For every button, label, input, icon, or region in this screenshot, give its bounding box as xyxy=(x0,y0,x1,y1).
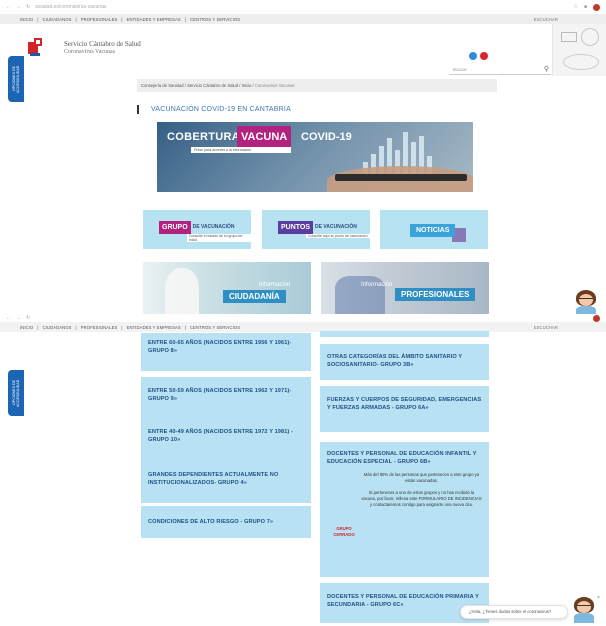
group-closed-label: GRUPO CERRADO xyxy=(333,526,355,537)
photo-small-label: Información xyxy=(259,282,291,288)
top-navigation: INICIO | CIUDADANOS | PROFESIONALES | ENTID… xyxy=(0,322,606,332)
twitter-icon[interactable] xyxy=(469,52,477,60)
breadcrumb-current: Coronavirus Vacunas xyxy=(254,83,295,88)
group-card-partial[interactable] xyxy=(320,331,489,337)
brand-title: Servicio Cántabro de Salud xyxy=(64,40,141,48)
tile-grupo-vacunacion[interactable]: GRUPO DE VACUNACIÓN Consulte el estado d… xyxy=(143,210,251,249)
listen-button[interactable]: ESCUCHAR xyxy=(534,17,558,22)
group-card-body: Más del 80% de las personas que pertenec… xyxy=(363,472,480,483)
assistant-avatar-icon[interactable] xyxy=(574,290,598,314)
tile-subtext: Consulte el estado de su grupo de edad xyxy=(187,234,251,242)
group-card-title: DOCENTES Y PERSONAL DE EDUCACIÓN PRIMARI… xyxy=(327,594,479,608)
forward-icon[interactable]: → xyxy=(16,315,21,321)
close-icon[interactable]: × xyxy=(597,595,600,601)
group-card-3b[interactable]: OTRAS CATEGORÍAS DEL ÁMBITO SANITARIO Y … xyxy=(320,344,489,380)
chat-bubble[interactable]: ¿Hola, ¿Tienes dudas sobre el coronaviru… xyxy=(460,605,568,619)
person-photo xyxy=(165,268,199,314)
photo-big-label: PROFESIONALES xyxy=(395,288,476,301)
photo-small-label: Información xyxy=(361,282,393,288)
reload-icon[interactable]: ↻ xyxy=(26,315,30,321)
browser-toolbar: ← → ↻ xyxy=(0,314,606,322)
group-card-7[interactable]: CONDICIONES DE ALTO RIESGO - GRUPO 7» xyxy=(141,506,311,538)
group-card-title: OTRAS CATEGORÍAS DEL ÁMBITO SANITARIO Y … xyxy=(327,354,463,368)
photo-profesionales[interactable]: Información PROFESIONALES xyxy=(321,262,489,314)
profile-icon[interactable] xyxy=(593,3,600,11)
group-card-title: DOCENTES Y PERSONAL DE EDUCACIÓN INFANTI… xyxy=(327,451,477,465)
photo-ciudadania[interactable]: Información CIUDADANÍA xyxy=(143,262,311,314)
group-card-6b[interactable]: DOCENTES Y PERSONAL DE EDUCACIÓN INFANTI… xyxy=(320,442,489,577)
site-header: Servicio Cántabro de Salud Coronavirus V… xyxy=(0,24,606,76)
tile-noticias[interactable]: NOTICIAS xyxy=(380,210,488,249)
group-card-title: ENTRE 50-59 AÑOS (NACIDOS ENTRE 1962 Y 1… xyxy=(148,388,292,402)
banner-subtext: Pulse para acceder a la información xyxy=(191,147,291,153)
screenshot-bottom: ← → ↻ INICIO | CIUDADANOS | PROFESIONALES |… xyxy=(0,314,606,626)
search-icon[interactable]: ⚲ xyxy=(544,65,549,74)
tile-highlight: PUNTOS xyxy=(278,220,314,234)
accessibility-tab[interactable]: OPCIONES DE ACCESIBILIDAD xyxy=(8,370,24,416)
back-icon[interactable]: ← xyxy=(6,4,11,10)
reload-icon[interactable]: ↻ xyxy=(26,4,30,10)
group-card-6a[interactable]: FUERZAS Y CUERPOS DE SEGURIDAD, EMERGENC… xyxy=(320,386,489,432)
header-illustration xyxy=(552,24,606,76)
breadcrumb-item[interactable]: Inicio xyxy=(242,83,252,88)
tile-label: DE VACUNACIÓN xyxy=(192,224,235,230)
forward-icon[interactable]: → xyxy=(16,4,21,10)
youtube-icon[interactable] xyxy=(480,52,488,60)
nav-item-profesionales[interactable]: PROFESIONALES xyxy=(81,325,118,330)
scs-logo[interactable] xyxy=(28,38,44,58)
nav-item-ciudadanos[interactable]: CIUDADANOS xyxy=(43,325,72,330)
group-card-title: ENTRE 40-49 AÑOS (NACIDOS ENTRE 1972 Y 1… xyxy=(148,429,294,443)
nav-item-centros[interactable]: CENTROS Y SERVICIOS xyxy=(190,17,240,22)
nav-item-inicio[interactable]: INICIO xyxy=(20,17,33,22)
photo-big-label: CIUDADANÍA xyxy=(223,290,286,303)
top-navigation: INICIO | CIUDADANOS | PROFESIONALES | ENTID… xyxy=(0,14,606,24)
nav-item-profesionales[interactable]: PROFESIONALES xyxy=(81,17,118,22)
group-card-8[interactable]: ENTRE 60-65 AÑOS (NACIDOS ENTRE 1956 Y 1… xyxy=(141,333,311,371)
accessibility-tab[interactable]: OPCIONES DE ACCESIBILIDAD xyxy=(8,56,24,102)
profile-icon[interactable] xyxy=(593,314,600,322)
listen-button[interactable]: ESCUCHAR xyxy=(534,325,558,330)
phone-illustration xyxy=(335,174,467,181)
assistant-avatar-icon[interactable] xyxy=(572,597,596,623)
nav-item-centros[interactable]: CENTROS Y SERVICIOS xyxy=(190,325,240,330)
group-card-9[interactable]: ENTRE 50-59 AÑOS (NACIDOS ENTRE 1962 Y 1… xyxy=(141,377,311,421)
tile-label: DE VACUNACIÓN xyxy=(315,224,357,230)
breadcrumb-item[interactable]: Servicio Cántabro de Salud xyxy=(187,83,238,88)
nav-item-inicio[interactable]: INICIO xyxy=(20,325,33,330)
group-card-10[interactable]: ENTRE 40-49 AÑOS (NACIDOS ENTRE 1972 Y 1… xyxy=(141,417,311,465)
tile-highlight: GRUPO xyxy=(159,220,191,234)
banner-word-1: COBERTURA xyxy=(167,131,240,143)
browser-toolbar: ← → ↻ scsalud.es/coronavirus-vacunas ☆ ■ xyxy=(0,0,606,14)
back-icon[interactable]: ← xyxy=(6,315,11,321)
group-card-body: Si perteneces a uno de estos grupos y no… xyxy=(361,490,482,507)
star-icon[interactable]: ☆ xyxy=(573,4,577,10)
group-card-title: ENTRE 60-65 AÑOS (NACIDOS ENTRE 1956 Y 1… xyxy=(148,340,292,354)
tile-puntos-vacunacion[interactable]: PUNTOS DE VACUNACIÓN Consulte aquí su pu… xyxy=(262,210,370,249)
breadcrumb: Consejería de Sanidad / Servicio Cántabr… xyxy=(137,79,497,92)
banner-word-2: VACUNA xyxy=(237,126,292,148)
group-card-title: GRANDES DEPENDIENTES ACTUALMENTE NO INST… xyxy=(148,472,279,486)
brand-text[interactable]: Servicio Cántabro de Salud Coronavirus V… xyxy=(64,40,141,55)
address-bar[interactable]: scsalud.es/coronavirus-vacunas xyxy=(35,4,106,10)
section-title: VACUNACIÓN COVID-19 EN CANTABRIA xyxy=(137,105,291,114)
banner-word-3: COVID-19 xyxy=(301,131,352,143)
nav-item-entidades[interactable]: ENTIDADES Y EMPRESAS xyxy=(127,17,181,22)
breadcrumb-item[interactable]: Consejería de Sanidad xyxy=(141,83,184,88)
screenshot-top: ← → ↻ scsalud.es/coronavirus-vacunas ☆ ■… xyxy=(0,0,606,314)
brand-subtitle: Coronavirus Vacunas xyxy=(64,49,116,55)
tile-subtext: Consulte aquí su punto de vacunación xyxy=(306,234,370,238)
nav-item-entidades[interactable]: ENTIDADES Y EMPRESAS xyxy=(127,325,181,330)
extension-icon[interactable]: ■ xyxy=(584,4,587,10)
search-input[interactable]: Buscar ⚲ xyxy=(449,65,551,75)
social-links xyxy=(469,52,488,60)
coverage-banner[interactable]: COBERTURA VACUNA COVID-19 Pulse para acc… xyxy=(157,122,473,192)
nav-item-ciudadanos[interactable]: CIUDADANOS xyxy=(43,17,72,22)
group-card-title: FUERZAS Y CUERPOS DE SEGURIDAD, EMERGENC… xyxy=(327,397,482,411)
group-card-title: CONDICIONES DE ALTO RIESGO - GRUPO 7» xyxy=(148,519,274,525)
tile-label: NOTICIAS xyxy=(410,224,456,237)
group-card-4[interactable]: GRANDES DEPENDIENTES ACTUALMENTE NO INST… xyxy=(141,461,311,503)
